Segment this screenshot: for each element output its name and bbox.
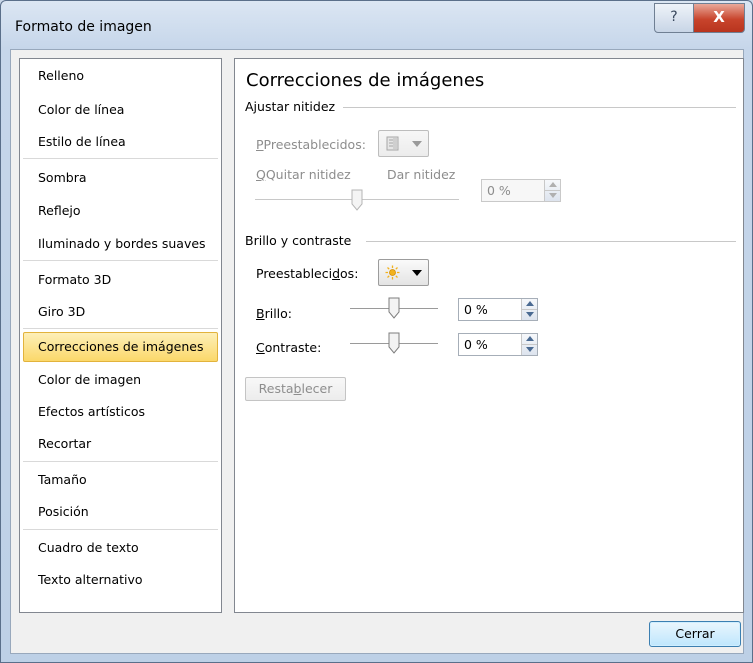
sharpness-value-spinner[interactable]: 0 % <box>481 179 561 202</box>
sidebar-item-reflejo[interactable]: Reflejo <box>23 196 218 226</box>
section-divider <box>343 107 736 108</box>
sidebar-item-formato-3d[interactable]: Formato 3D <box>23 265 218 295</box>
sidebar-item-cuadro-de-texto[interactable]: Cuadro de texto <box>23 533 218 563</box>
section-divider <box>366 241 736 242</box>
sidebar-divider <box>23 461 218 462</box>
sidebar-item-recortar[interactable]: Recortar <box>23 429 218 459</box>
sidebar-item-iluminado-y-bordes-suaves[interactable]: Iluminado y bordes suaves <box>23 229 218 259</box>
brightness-label-text: rillo: <box>264 306 292 321</box>
sidebar-divider <box>23 328 218 329</box>
close-icon: X <box>713 8 725 26</box>
chevron-down-icon <box>412 270 422 276</box>
sidebar-item-color-de-imagen[interactable]: Color de imagen <box>23 365 218 395</box>
spin-up-icon <box>526 336 534 341</box>
sun-icon <box>385 265 400 280</box>
brightness-value-spinner[interactable]: 0 % <box>458 298 538 321</box>
brightness-label: Brillo: <box>256 306 292 321</box>
mnemonic-b: B <box>256 306 265 321</box>
brightness-presets-label: Preestablecidos: <box>256 266 358 281</box>
sidebar-divider <box>23 158 218 159</box>
sidebar-item-efectos-artisticos[interactable]: Efectos artísticos <box>23 397 218 427</box>
window-close-button[interactable]: X <box>693 3 745 33</box>
contrast-label-text: ontraste: <box>264 340 322 355</box>
spin-down-icon <box>526 347 534 352</box>
sidebar-item-posicion[interactable]: Posición <box>23 497 218 527</box>
content-panel: Correcciones de imágenes Ajustar nitidez… <box>234 58 744 613</box>
label-part: Resta <box>258 381 294 396</box>
spin-down-icon <box>526 312 534 317</box>
sidebar-item-texto-alternativo[interactable]: Texto alternativo <box>23 565 218 595</box>
sharpness-section-title: Ajustar nitidez <box>245 99 336 114</box>
spin-down-icon <box>549 193 557 198</box>
sharpness-presets-label-text: Preestablecidos: <box>263 137 366 152</box>
soften-label-text: Quitar nitidez <box>265 167 351 182</box>
brightness-presets-dropdown[interactable] <box>378 259 429 286</box>
sidebar-divider <box>23 260 218 261</box>
spin-up-icon <box>549 182 557 187</box>
sidebar-divider <box>23 529 218 530</box>
contrast-slider-thumb[interactable] <box>388 332 400 354</box>
mnemonic-c: C <box>256 340 265 355</box>
sidebar-item-relleno[interactable]: Relleno <box>23 61 218 91</box>
sharpness-value: 0 % <box>487 183 511 198</box>
sidebar-item-color-de-linea[interactable]: Color de línea <box>23 95 218 125</box>
contrast-value: 0 % <box>464 337 488 352</box>
sharpen-label: Dar nitidez <box>387 167 456 182</box>
sharpness-presets-label: PPreestablecidos: <box>256 137 366 152</box>
sidebar-item-tamano[interactable]: Tamaño <box>23 465 218 495</box>
brightness-value: 0 % <box>464 302 488 317</box>
brightness-slider-thumb[interactable] <box>388 297 400 319</box>
label-part: Preestableci <box>256 266 333 281</box>
sidebar-item-estilo-de-linea[interactable]: Estilo de línea <box>23 127 218 157</box>
dialog-window: Formato de imagen ? X Relleno Color de l… <box>0 0 753 663</box>
label-part: os: <box>340 266 359 281</box>
sidebar-item-sombra[interactable]: Sombra <box>23 163 218 193</box>
sidebar-item-giro-3d[interactable]: Giro 3D <box>23 297 218 327</box>
sidebar-item-correcciones-de-imagenes[interactable]: Correcciones de imágenes <box>23 332 218 362</box>
spinner-buttons[interactable] <box>544 180 560 201</box>
category-list: Relleno Color de línea Estilo de línea S… <box>19 58 222 613</box>
contrast-label: Contraste: <box>256 340 321 355</box>
help-button[interactable]: ? <box>654 3 694 33</box>
mnemonic-p: P <box>256 137 264 152</box>
mnemonic-d: d <box>332 266 341 281</box>
spin-up-icon <box>526 301 534 306</box>
spinner-buttons[interactable] <box>521 334 537 355</box>
soften-label: QQuitar nitidez <box>256 167 351 182</box>
close-button[interactable]: Cerrar <box>649 621 741 647</box>
spinner-buttons[interactable] <box>521 299 537 320</box>
title-bar[interactable]: Formato de imagen ? X <box>1 1 752 49</box>
page-title: Correcciones de imágenes <box>246 70 485 91</box>
label-part: lecer <box>301 381 333 396</box>
sharpness-slider-thumb[interactable] <box>351 189 363 211</box>
sharpness-preset-icon <box>386 136 399 151</box>
reset-button[interactable]: Restablecer <box>245 377 346 401</box>
sharpness-presets-dropdown[interactable] <box>378 130 429 157</box>
window-title: Formato de imagen <box>15 19 152 35</box>
mnemonic-q: Q <box>256 167 266 182</box>
contrast-value-spinner[interactable]: 0 % <box>458 333 538 356</box>
chevron-down-icon <box>412 141 422 147</box>
brightness-contrast-section-title: Brillo y contraste <box>245 233 352 248</box>
help-icon: ? <box>670 9 678 25</box>
